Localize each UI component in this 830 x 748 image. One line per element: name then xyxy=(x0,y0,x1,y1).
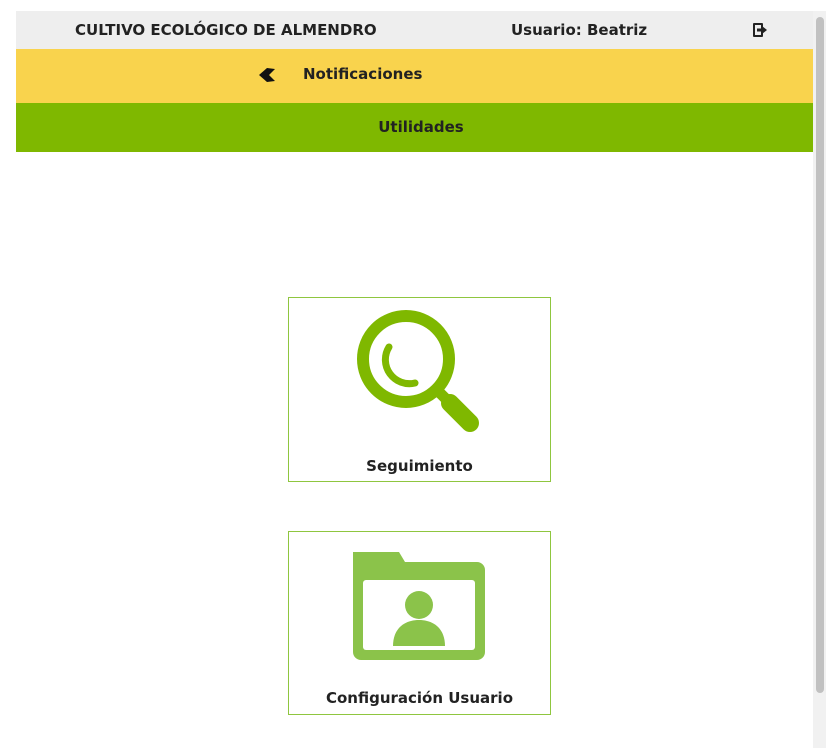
section-title: Utilidades xyxy=(378,118,464,136)
logout-icon[interactable] xyxy=(752,22,768,38)
user-folder-icon xyxy=(349,548,489,660)
back-arrow-icon xyxy=(258,67,276,83)
configuracion-usuario-tile[interactable]: Configuración Usuario xyxy=(288,531,551,715)
page: CULTIVO ECOLÓGICO DE ALMENDRO Usuario: B… xyxy=(0,0,830,748)
configuracion-usuario-label: Configuración Usuario xyxy=(325,689,514,707)
user-label: Usuario: Beatriz xyxy=(511,21,648,39)
scrollbar-thumb[interactable] xyxy=(816,17,824,693)
magnifier-icon xyxy=(349,303,489,443)
top-bar: CULTIVO ECOLÓGICO DE ALMENDRO Usuario: B… xyxy=(16,11,826,49)
notifications-bar[interactable]: Notificaciones xyxy=(16,49,826,103)
section-header: Utilidades xyxy=(16,103,826,152)
app-title: CULTIVO ECOLÓGICO DE ALMENDRO xyxy=(75,21,377,39)
seguimiento-tile[interactable]: Seguimiento xyxy=(288,297,551,482)
app-window: CULTIVO ECOLÓGICO DE ALMENDRO Usuario: B… xyxy=(16,11,826,748)
seguimiento-label: Seguimiento xyxy=(366,457,473,475)
notifications-label: Notificaciones xyxy=(303,65,423,83)
